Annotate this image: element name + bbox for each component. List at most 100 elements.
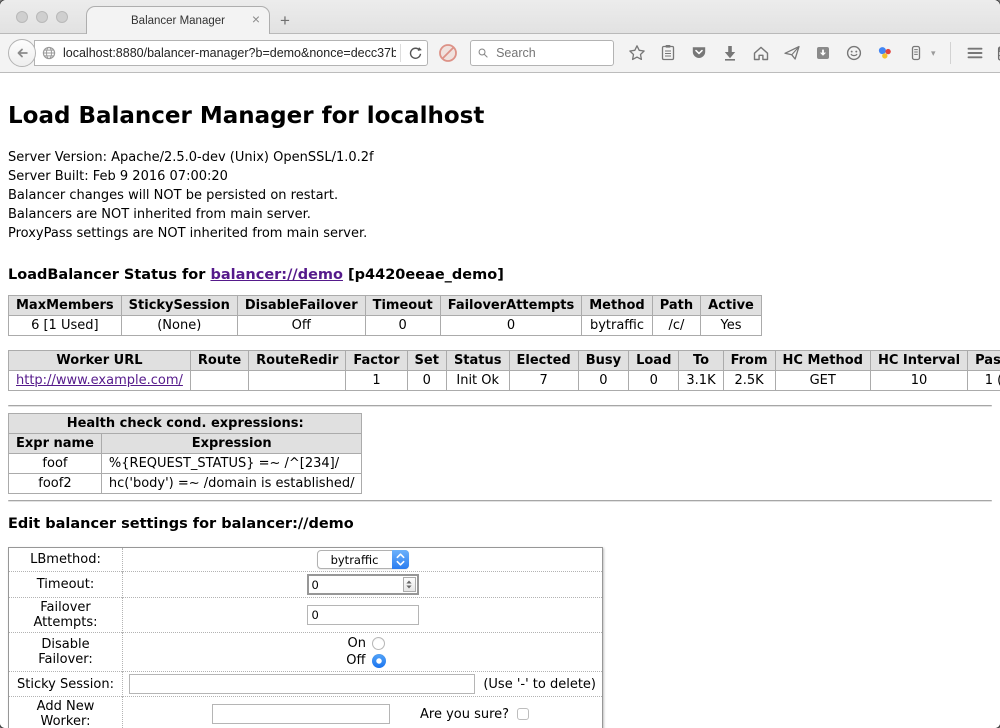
content-blocker-button[interactable] bbox=[438, 43, 458, 63]
menu-icon[interactable] bbox=[965, 43, 985, 63]
divider bbox=[8, 405, 992, 407]
timeout-value: 0 bbox=[309, 578, 403, 592]
container-icon[interactable] bbox=[906, 43, 926, 63]
cell-elected: 7 bbox=[509, 371, 578, 391]
table-row: 6 [1 Used] (None) Off 0 0 bytraffic /c/ … bbox=[9, 316, 762, 336]
are-you-sure-checkbox[interactable] bbox=[517, 708, 529, 720]
col-status: Status bbox=[446, 351, 509, 371]
col-hc-interval: HC Interval bbox=[870, 351, 967, 371]
table-row: foof2 hc('body') =~ /domain is establish… bbox=[9, 474, 362, 494]
disable-failover-on-radio[interactable] bbox=[372, 637, 385, 650]
cell-expr-name: foof2 bbox=[9, 474, 102, 494]
add-worker-row: Add New Worker: Are you sure? bbox=[9, 697, 603, 728]
cell-failoverattempts: 0 bbox=[440, 316, 582, 336]
close-window-icon[interactable] bbox=[16, 11, 28, 23]
lbmethod-row: LBmethod: bytraffic bbox=[9, 548, 603, 572]
tab-close-icon[interactable]: × bbox=[252, 12, 260, 26]
table-row: foof %{REQUEST_STATUS} =~ /^[234]/ bbox=[9, 454, 362, 474]
status-heading-prefix: LoadBalancer Status for bbox=[8, 267, 210, 283]
cell-hc-interval: 10 bbox=[870, 371, 967, 391]
sticky-session-input[interactable] bbox=[129, 674, 475, 694]
col-routeredir: RouteRedir bbox=[249, 351, 346, 371]
reload-icon bbox=[408, 46, 423, 61]
col-stickysession: StickySession bbox=[121, 296, 237, 316]
health-check-table: Health check cond. expressions: Expr nam… bbox=[8, 413, 362, 494]
home-icon[interactable] bbox=[751, 43, 771, 63]
cell-routeredir bbox=[249, 371, 346, 391]
search-bar[interactable] bbox=[470, 40, 614, 66]
sticky-session-row: Sticky Session: (Use '-' to delete) bbox=[9, 672, 603, 697]
server-info: Server Version: Apache/2.5.0-dev (Unix) … bbox=[8, 148, 992, 243]
tiles-icon[interactable] bbox=[996, 43, 1000, 63]
save-to-device-icon[interactable] bbox=[813, 43, 833, 63]
search-icon bbox=[477, 46, 489, 60]
col-factor: Factor bbox=[346, 351, 407, 371]
add-worker-label: Add New Worker: bbox=[9, 697, 123, 728]
block-icon bbox=[438, 43, 458, 63]
balancer-status-table: MaxMembers StickySession DisableFailover… bbox=[8, 295, 762, 336]
failover-attempts-input[interactable]: 0 bbox=[307, 605, 419, 625]
worker-url-link[interactable]: http://www.example.com/ bbox=[16, 373, 183, 388]
add-worker-input[interactable] bbox=[212, 704, 390, 724]
cell-expression: hc('body') =~ /domain is established/ bbox=[101, 474, 362, 494]
col-from: From bbox=[723, 351, 775, 371]
table-header-row: MaxMembers StickySession DisableFailover… bbox=[9, 296, 762, 316]
bookmark-star-icon[interactable] bbox=[627, 43, 647, 63]
disable-failover-off-radio[interactable] bbox=[372, 654, 386, 668]
cell-timeout: 0 bbox=[365, 316, 440, 336]
page-title: Load Balancer Manager for localhost bbox=[8, 103, 992, 129]
pocket-icon[interactable] bbox=[689, 43, 709, 63]
search-input[interactable] bbox=[494, 45, 607, 61]
page-content: Load Balancer Manager for localhost Serv… bbox=[0, 73, 1000, 728]
colors-icon[interactable] bbox=[875, 43, 895, 63]
timeout-input[interactable]: 0 bbox=[307, 574, 419, 595]
cell-to: 3.1K bbox=[679, 371, 723, 391]
lbmethod-select[interactable]: bytraffic bbox=[317, 550, 409, 569]
balancers-note-line: Balancers are NOT inherited from main se… bbox=[8, 205, 992, 224]
cell-expression: %{REQUEST_STATUS} =~ /^[234]/ bbox=[101, 454, 362, 474]
minimize-window-icon[interactable] bbox=[36, 11, 48, 23]
new-tab-icon[interactable]: + bbox=[280, 12, 290, 29]
url-text[interactable]: localhost:8880/balancer-manager?b=demo&n… bbox=[63, 46, 396, 60]
cell-factor: 1 bbox=[346, 371, 407, 391]
table-header-row: Expr name Expression bbox=[9, 434, 362, 454]
browser-window: Balancer Manager × + localhost:8880/bala… bbox=[0, 0, 1000, 728]
tab-balancer-manager[interactable]: Balancer Manager × bbox=[86, 6, 270, 34]
col-passes: Passes bbox=[968, 351, 1000, 371]
col-maxmembers: MaxMembers bbox=[9, 296, 122, 316]
container-caret-icon[interactable]: ▾ bbox=[931, 48, 936, 59]
table-title-row: Health check cond. expressions: bbox=[9, 414, 362, 434]
status-heading-suffix: [p4420eeae_demo] bbox=[343, 267, 504, 283]
table-row: http://www.example.com/ 1 0 Init Ok 7 0 … bbox=[9, 371, 1000, 391]
reload-button[interactable] bbox=[405, 43, 425, 63]
balancer-demo-link[interactable]: balancer://demo bbox=[210, 267, 343, 283]
sticky-session-label: Sticky Session: bbox=[9, 672, 123, 697]
reading-list-icon[interactable] bbox=[658, 43, 678, 63]
col-expression: Expression bbox=[101, 434, 362, 454]
zoom-window-icon[interactable] bbox=[56, 11, 68, 23]
health-table-title: Health check cond. expressions: bbox=[9, 414, 362, 434]
lbmethod-label: LBmethod: bbox=[9, 548, 123, 572]
balancer-settings-form: LBmethod: bytraffic Timeout: 0 bbox=[8, 547, 603, 728]
table-header-row: Worker URL Route RouteRedir Factor Set S… bbox=[9, 351, 1000, 371]
back-button[interactable] bbox=[8, 39, 36, 67]
col-set: Set bbox=[407, 351, 446, 371]
navigation-toolbar: localhost:8880/balancer-manager?b=demo&n… bbox=[0, 33, 1000, 73]
cell-status: Init Ok bbox=[446, 371, 509, 391]
number-spinner-icon[interactable] bbox=[403, 577, 416, 592]
cell-load: 0 bbox=[629, 371, 679, 391]
globe-icon bbox=[41, 45, 57, 61]
col-load: Load bbox=[629, 351, 679, 371]
cell-maxmembers: 6 [1 Used] bbox=[9, 316, 122, 336]
cell-route bbox=[190, 371, 248, 391]
downloads-icon[interactable] bbox=[720, 43, 740, 63]
messenger-icon[interactable] bbox=[844, 43, 864, 63]
server-built-line: Server Built: Feb 9 2016 07:00:20 bbox=[8, 167, 992, 186]
persist-note-line: Balancer changes will NOT be persisted o… bbox=[8, 186, 992, 205]
cell-hc-method: GET bbox=[775, 371, 870, 391]
send-icon[interactable] bbox=[782, 43, 802, 63]
col-path: Path bbox=[652, 296, 700, 316]
col-worker-url: Worker URL bbox=[9, 351, 191, 371]
cell-expr-name: foof bbox=[9, 454, 102, 474]
url-bar[interactable]: localhost:8880/balancer-manager?b=demo&n… bbox=[34, 40, 428, 66]
